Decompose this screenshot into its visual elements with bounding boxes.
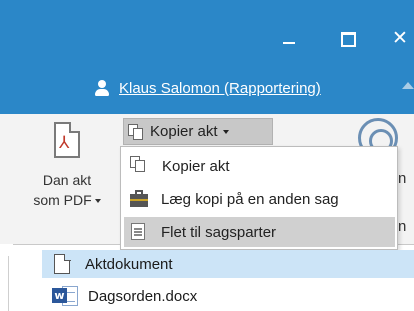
create-pdf-button[interactable]: ⅄ Dan akt som PDF (14, 118, 120, 216)
copy-file-label: Kopier akt (150, 123, 218, 140)
copy-icon (130, 156, 150, 176)
file-name: Aktdokument (85, 255, 173, 273)
minimize-icon[interactable] (279, 28, 299, 48)
copy-icon (128, 123, 144, 140)
user-account[interactable]: Klaus Salomon (Rapportering) (94, 78, 321, 98)
user-icon (94, 80, 110, 96)
copy-file-dropdown-button[interactable]: Kopier akt (123, 118, 273, 145)
list-item[interactable]: w Dagsorden.docx (44, 282, 197, 310)
word-icon: w (52, 285, 80, 307)
merge-icon (129, 222, 149, 242)
file-name: Dagsorden.docx (88, 287, 198, 305)
copy-file-menu: Kopier akt Læg kopi på en anden sag Flet… (120, 146, 398, 250)
case-icon (129, 189, 149, 209)
pdf-icon: ⅄ (54, 122, 80, 158)
menu-item-copy-file[interactable]: Kopier akt (124, 151, 395, 181)
partial-label: n (398, 170, 407, 187)
partial-label: n (398, 218, 407, 235)
chevron-down-icon (222, 129, 229, 134)
menu-item-label: Flet til sagsparter (161, 223, 277, 241)
user-name-link[interactable]: Klaus Salomon (Rapportering) (119, 80, 321, 97)
tree-guide-line (8, 256, 9, 311)
list-item[interactable]: Aktdokument (42, 250, 414, 278)
menu-item-label: Læg kopi på en anden sag (161, 190, 339, 208)
close-icon[interactable]: ✕ (392, 28, 412, 48)
collapse-ribbon-icon[interactable] (402, 82, 414, 89)
chevron-down-icon (94, 199, 101, 204)
create-pdf-label: Dan akt som PDF (14, 170, 120, 210)
menu-item-copy-to-other-case[interactable]: Læg kopi på en anden sag (124, 184, 395, 214)
menu-item-label: Kopier akt (162, 157, 230, 175)
menu-item-merge-to-parties[interactable]: Flet til sagsparter (124, 217, 395, 247)
maximize-icon[interactable] (337, 28, 357, 48)
document-icon (54, 253, 71, 274)
